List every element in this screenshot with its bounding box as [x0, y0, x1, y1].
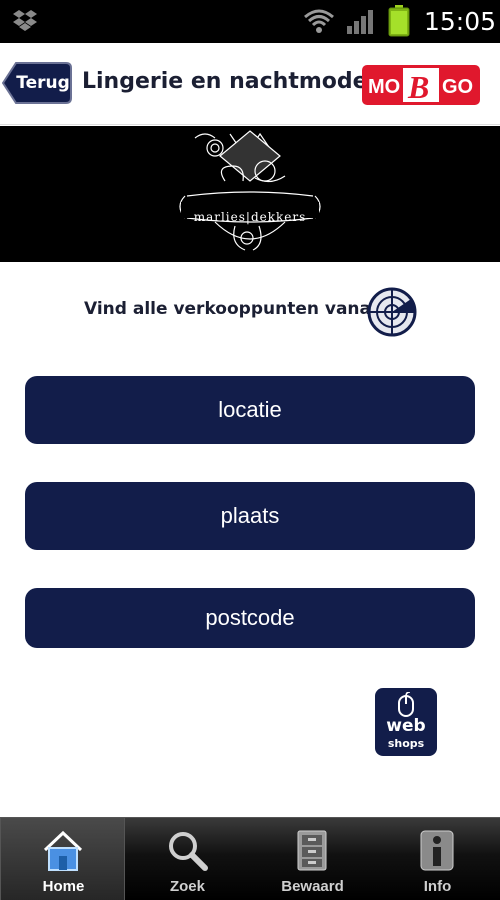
postcode-button[interactable]: postcode — [25, 588, 475, 648]
signal-icon — [347, 10, 373, 34]
nav-home-label: Home — [42, 878, 85, 895]
nav-bewaard-label: Bewaard — [281, 878, 344, 895]
svg-text:MO: MO — [368, 76, 400, 98]
search-icon — [169, 832, 208, 871]
back-button-label: Terug — [16, 73, 70, 93]
home-icon — [43, 830, 83, 871]
nav-zoek[interactable]: Zoek — [125, 818, 250, 900]
svg-text:B: B — [407, 69, 429, 105]
nav-home[interactable]: Home — [0, 818, 125, 900]
battery-icon — [388, 5, 410, 37]
info-icon — [420, 830, 454, 871]
locatie-button[interactable]: locatie — [25, 376, 475, 444]
header: Terug Lingerie en nachtmode MO B GO — [0, 43, 500, 125]
svg-text:GO: GO — [442, 76, 473, 98]
brand-banner: marlies|dekkers — [0, 126, 500, 262]
webshops-label-web: web — [386, 716, 426, 736]
status-bar: 15:05 — [0, 0, 500, 43]
back-button[interactable]: Terug — [2, 61, 72, 105]
brand-crest-logo — [179, 130, 321, 251]
webshops-label-shops: shops — [387, 737, 425, 750]
nav-zoek-label: Zoek — [169, 878, 205, 895]
mobgo-logo: MO B GO — [362, 65, 480, 105]
bottom-nav: Home Zoek Bewaard Info — [0, 817, 500, 900]
plaats-button[interactable]: plaats — [25, 482, 475, 550]
dropbox-icon — [13, 10, 37, 31]
find-locations-row: Vind alle verkooppunten vanaf — [0, 286, 500, 338]
nav-info[interactable]: Info — [375, 818, 500, 900]
nav-info-label: Info — [423, 878, 452, 895]
clock: 15:05 — [424, 7, 497, 36]
cabinet-icon — [297, 830, 327, 871]
radar-icon[interactable] — [367, 287, 417, 337]
mouse-icon — [398, 692, 414, 717]
nav-bewaard[interactable]: Bewaard — [250, 818, 375, 900]
brand-name: marlies|dekkers — [193, 210, 307, 224]
page-title: Lingerie en nachtmode — [82, 69, 368, 94]
find-locations-text: Vind alle verkooppunten vanaf — [84, 299, 379, 319]
webshops-button[interactable]: web shops — [375, 688, 437, 756]
wifi-icon — [304, 9, 334, 33]
